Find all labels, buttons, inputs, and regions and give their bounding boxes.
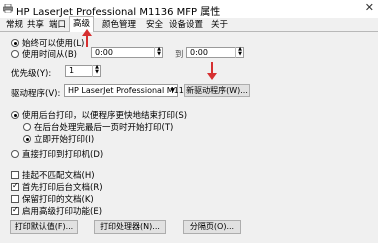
priority-value: 1 xyxy=(69,66,75,75)
hold-mismatched-checkbox[interactable] xyxy=(11,171,19,179)
tab-color-management[interactable]: 颜色管理 xyxy=(99,19,139,31)
available-from-radio[interactable] xyxy=(11,50,19,58)
time-from-spinner[interactable]: ▲ ▼ xyxy=(154,47,163,58)
print-processor-button[interactable]: 打印处理器(N)... xyxy=(94,220,166,234)
time-from-value: 0:00 xyxy=(95,48,113,57)
start-immediately-radio[interactable] xyxy=(23,135,31,143)
print-defaults-button[interactable]: 打印默认值(F)... xyxy=(10,220,78,234)
keep-printed-docs-checkbox[interactable] xyxy=(11,195,19,203)
print-direct-radio[interactable] xyxy=(11,150,19,158)
advanced-features-label: 启用高级打印功能(E) xyxy=(22,207,103,217)
driver-label: 驱动程序(V): xyxy=(11,89,61,99)
time-to-label: 到 xyxy=(175,50,184,60)
start-after-last-page-label: 在后台处理完最后一页时开始打印(T) xyxy=(34,123,174,133)
keep-printed-docs-label: 保留打印的文档(K) xyxy=(22,195,94,205)
print-spooled-first-label: 首先打印后台文档(R) xyxy=(22,183,103,193)
advanced-features-checkbox[interactable] xyxy=(11,205,19,215)
use-spool-radio[interactable] xyxy=(11,111,19,119)
print-direct-label: 直接打印到打印机(D) xyxy=(22,150,104,160)
tab-ports[interactable]: 端口 xyxy=(46,19,69,31)
tab-device-settings[interactable]: 设备设置 xyxy=(166,19,206,31)
available-from-label: 使用时间从(B) xyxy=(22,50,77,60)
time-to-value: 0:00 xyxy=(190,48,208,57)
tab-sharing[interactable]: 共享 xyxy=(24,19,47,31)
driver-value: HP LaserJet Professional M1136 xyxy=(68,86,194,95)
window-title: HP LaserJet Professional M1136 MFP 属性 xyxy=(16,7,221,18)
tab-security[interactable]: 安全 xyxy=(143,19,166,31)
chevron-down-icon: ▼ xyxy=(170,87,175,94)
time-to-spinner[interactable]: ▲ ▼ xyxy=(235,47,244,58)
priority-spinner[interactable]: ▲ ▼ xyxy=(92,65,101,77)
tab-general[interactable]: 常规 xyxy=(3,19,26,31)
separator-page-button[interactable]: 分隔页(O)... xyxy=(183,220,241,234)
tab-about[interactable]: 关于 xyxy=(208,19,231,31)
time-from-field[interactable]: 0:00 xyxy=(91,47,163,58)
always-available-radio[interactable] xyxy=(11,39,19,47)
print-spooled-first-checkbox[interactable] xyxy=(11,181,19,191)
driver-select[interactable]: HP LaserJet Professional M1136 ▼ xyxy=(64,84,194,97)
start-after-last-page-radio[interactable] xyxy=(23,123,31,131)
priority-label: 优先级(Y): xyxy=(11,69,52,79)
close-icon[interactable]: ✕ xyxy=(365,1,374,14)
annotation-arrow-down-icon xyxy=(207,73,217,80)
use-spool-label: 使用后台打印，以便程序更快地结束打印(S) xyxy=(22,111,188,121)
new-driver-button[interactable]: 新驱动程序(W)... xyxy=(184,84,250,97)
printer-icon xyxy=(3,4,13,13)
hold-mismatched-label: 挂起不匹配文档(H) xyxy=(22,171,95,181)
annotation-arrow-up-shaft xyxy=(86,35,88,47)
start-immediately-label: 立即开始打印(I) xyxy=(34,135,95,145)
